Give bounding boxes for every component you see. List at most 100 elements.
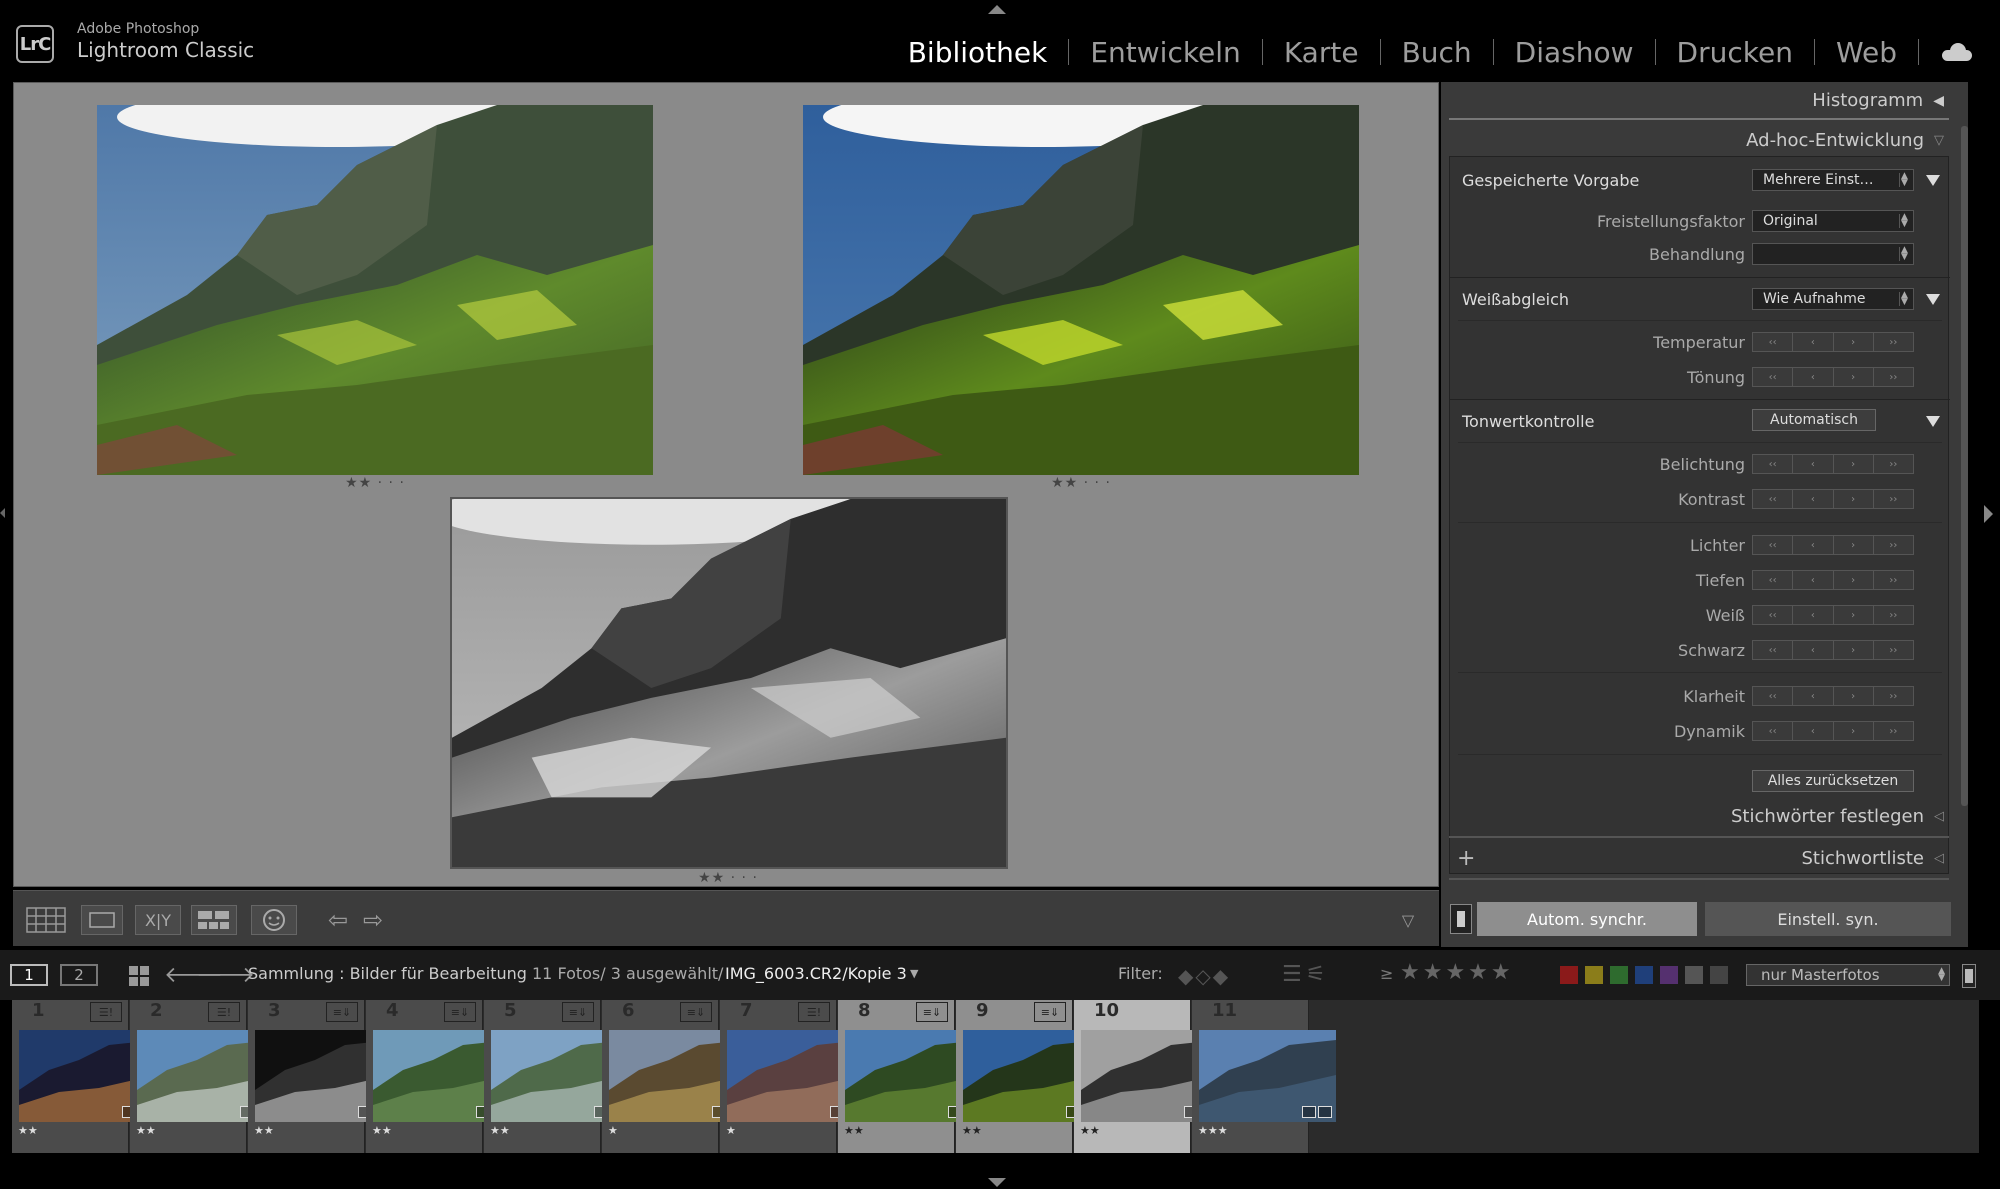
survey-photo-1-rating[interactable]: ★★ · · · [325,475,425,491]
tint-buttons[interactable]: ‹‹ ‹ › ›› [1752,367,1914,387]
module-print[interactable]: Drucken [1677,36,1793,69]
filmstrip-cell[interactable]: 6 ≡⇓ ★ [602,1000,746,1153]
contrast-buttons[interactable]: ‹‹ ‹ › ›› [1752,489,1914,509]
color-label-green[interactable] [1610,966,1628,984]
filter-lock-icon[interactable] [1962,964,1976,988]
thumbnail[interactable] [1199,1030,1336,1122]
rating-operator[interactable]: ≥ [1380,964,1393,983]
compare-view-icon[interactable]: X|Y [135,905,181,935]
exposure-buttons[interactable]: ‹‹ ‹ › ›› [1752,454,1914,474]
keyword-list-header[interactable]: Stichwortliste ◁ [1802,848,1945,869]
metadata-status-icon[interactable]: ☰! [798,1002,830,1022]
metadata-status-icon[interactable]: ≡⇓ [444,1002,476,1022]
flag-filter-icon[interactable]: ◆◇◆ [1178,964,1230,988]
color-label-red[interactable] [1560,966,1578,984]
loupe-view-icon[interactable] [81,905,123,935]
thumbnail-rating[interactable]: ★★ [18,1124,38,1137]
sync-settings-button[interactable]: Einstell. syn. [1705,902,1951,936]
filmstrip-cell[interactable]: 7 ☰! ★ [720,1000,864,1153]
current-filename[interactable]: IMG_6003.CR2/Kopie 3 [725,964,907,983]
cloud-icon[interactable] [1940,43,1974,61]
add-keyword-icon[interactable]: + [1457,846,1475,871]
treatment-dropdown[interactable]: ▲ ▼ [1752,243,1914,265]
thumbnail-rating[interactable]: ★★★ [1198,1124,1228,1137]
module-book[interactable]: Buch [1402,36,1472,69]
crop-ratio-dropdown[interactable]: Original ▲ ▼ [1752,210,1914,232]
thumbnail-rating[interactable]: ★★ [962,1124,982,1137]
filmstrip-cell[interactable]: 3 ≡⇓ ★★ [248,1000,392,1153]
expand-left-panel-icon[interactable] [0,508,5,518]
color-label-filter[interactable] [1560,966,1728,984]
blacks-buttons[interactable]: ‹‹ ‹ › ›› [1752,640,1914,660]
survey-photo-2[interactable] [803,105,1359,475]
filmstrip-cell[interactable]: 10 ★★ [1074,1000,1218,1153]
survey-photo-2-rating[interactable]: ★★ · · · [1031,475,1131,491]
white-balance-dropdown[interactable]: Wie Aufnahme ▲ ▼ [1752,288,1914,310]
filmstrip-cell[interactable]: 1 ☰! ★★ [12,1000,156,1153]
highlights-buttons[interactable]: ‹‹ ‹ › ›› [1752,535,1914,555]
thumbnail-rating[interactable]: ★ [726,1124,736,1137]
grid-view-icon[interactable] [25,905,67,935]
filmstrip-cell[interactable]: 4 ≡⇓ ★★ [366,1000,510,1153]
module-web[interactable]: Web [1836,36,1897,69]
star-rating-filter[interactable]: ★★★★★ [1400,960,1514,985]
shadows-buttons[interactable]: ‹‹ ‹ › ›› [1752,570,1914,590]
thumbnail-rating[interactable]: ★★ [1080,1124,1100,1137]
collapse-top-icon[interactable] [988,5,1006,14]
grid-shortcut-icon[interactable] [128,965,150,991]
thumbnail-rating[interactable]: ★★ [490,1124,510,1137]
thumbnail-rating[interactable]: ★★ [254,1124,274,1137]
color-label-blue[interactable] [1635,966,1653,984]
whites-buttons[interactable]: ‹‹ ‹ › ›› [1752,605,1914,625]
filmstrip-cell[interactable]: 11 ★★★ [1192,1000,1336,1153]
right-panel-scrollbar[interactable] [1961,126,1968,806]
metadata-status-icon[interactable]: ☰! [208,1002,240,1022]
filmstrip-cell[interactable]: 8 ≡⇓ ★★ [838,1000,982,1153]
metadata-status-icon[interactable]: ≡⇓ [562,1002,594,1022]
quick-develop-header[interactable]: Ad-hoc-Entwicklung ▽ [1746,130,1944,151]
collapse-right-panel-icon[interactable] [1984,505,1993,523]
next-photo-icon[interactable]: ⇨ [358,905,388,935]
filmstrip-cell[interactable]: 9 ≡⇓ ★★ [956,1000,1100,1153]
thumbnail-rating[interactable]: ★★ [136,1124,156,1137]
edit-filter-icon[interactable]: ☰⚟ [1282,962,1329,987]
master-photos-dropdown[interactable]: nur Masterfotos ▲ ▼ [1746,964,1950,986]
metadata-status-icon[interactable]: ≡⇓ [326,1002,358,1022]
thumbnail-badges-icon[interactable] [1302,1106,1332,1118]
reset-all-button[interactable]: Alles zurücksetzen [1752,770,1914,792]
color-label-other[interactable] [1685,966,1703,984]
filmstrip-cell[interactable]: 5 ≡⇓ ★★ [484,1000,628,1153]
auto-tone-button[interactable]: Automatisch [1752,409,1876,431]
secondary-display-button[interactable]: 2 [60,964,98,986]
survey-photo-3-rating[interactable]: ★★ · · · [678,870,778,886]
module-map[interactable]: Karte [1284,36,1359,69]
module-library[interactable]: Bibliothek [908,36,1048,69]
survey-photo-3-selected[interactable] [450,497,1008,869]
metadata-status-icon[interactable]: ≡⇓ [1034,1002,1066,1022]
auto-sync-switch[interactable] [1450,904,1472,934]
people-view-icon[interactable] [251,905,297,935]
metadata-status-icon[interactable]: ≡⇓ [916,1002,948,1022]
module-develop[interactable]: Entwickeln [1090,36,1240,69]
previous-photo-icon[interactable]: ⇦ [323,905,353,935]
tone-disclosure-icon[interactable] [1926,416,1940,427]
keywording-header[interactable]: Stichwörter festlegen ◁ [1731,806,1944,827]
metadata-status-icon[interactable]: ☰! [90,1002,122,1022]
saved-preset-dropdown[interactable]: Mehrere Einst… ▲ ▼ [1752,169,1914,191]
filename-dropdown-icon[interactable]: ▼ [910,967,918,980]
color-label-yellow[interactable] [1585,966,1603,984]
filmstrip-forward-icon[interactable]: 🡒 [196,962,255,988]
saved-preset-disclosure-icon[interactable] [1926,175,1940,186]
module-slideshow[interactable]: Diashow [1515,36,1634,69]
auto-sync-button[interactable]: Autom. synchr. [1477,902,1697,936]
vibrance-buttons[interactable]: ‹‹ ‹ › ›› [1752,721,1914,741]
histogram-header[interactable]: Histogramm ◀ [1812,90,1944,111]
collapse-bottom-icon[interactable] [988,1178,1006,1187]
toolbar-content-chevron-icon[interactable]: ▽ [1393,905,1423,935]
white-balance-disclosure-icon[interactable] [1926,294,1940,305]
metadata-status-icon[interactable]: ≡⇓ [680,1002,712,1022]
color-label-purple[interactable] [1660,966,1678,984]
thumbnail-rating[interactable]: ★★ [844,1124,864,1137]
thumbnail-rating[interactable]: ★ [608,1124,618,1137]
survey-view-icon[interactable] [191,905,237,935]
